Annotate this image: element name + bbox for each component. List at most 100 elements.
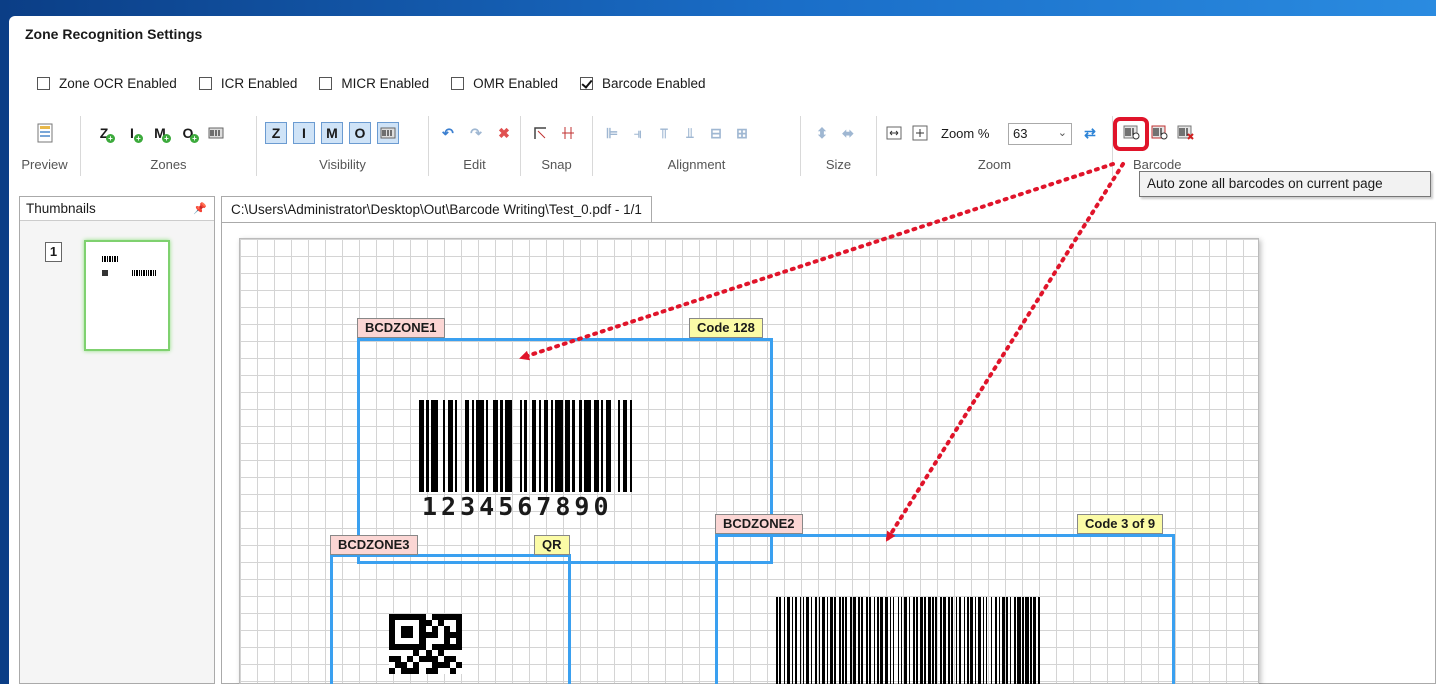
code39-barcode	[776, 597, 1040, 684]
barcode-bar	[629, 400, 633, 492]
refresh-icon[interactable]: ⇄	[1079, 122, 1101, 144]
group-label: Size	[825, 157, 852, 172]
align-center-h-icon[interactable]: ⊟	[705, 122, 727, 144]
group-size: ⬍ ⬌ Size	[801, 116, 877, 176]
chevron-down-icon: ⌄	[1057, 127, 1067, 139]
group-label: Edit	[463, 157, 486, 172]
add-zone-omr-icon[interactable]: O +	[177, 122, 199, 144]
highlight-box	[1113, 117, 1149, 151]
add-zone-ocr-icon[interactable]: Z +	[93, 122, 115, 144]
group-zones: Z + I + M + O + Zones	[81, 116, 257, 176]
barcode-digits: 1234567890	[422, 492, 613, 521]
barcode-bar	[505, 400, 513, 492]
group-label: Visibility	[319, 157, 366, 172]
page-thumbnail[interactable]	[84, 240, 170, 351]
add-zone-icr-icon[interactable]: I +	[121, 122, 143, 144]
page-number: 1	[45, 242, 62, 262]
thumbnails-title: Thumbnails	[26, 201, 96, 216]
show-omr-zones-icon[interactable]: O	[349, 122, 371, 144]
group-snap: Snap	[521, 116, 593, 176]
group-zoom: Zoom % 63 ⌄ ⇄ Zoom	[877, 116, 1113, 176]
show-ocr-zones-icon[interactable]: Z	[265, 122, 287, 144]
fit-page-icon[interactable]	[909, 122, 931, 144]
align-left-icon[interactable]: ⊫	[601, 122, 623, 144]
qr-module	[455, 668, 462, 674]
remove-barcode-zones-icon[interactable]	[1175, 122, 1197, 144]
thumbnails-header: Thumbnails 📌	[20, 197, 214, 221]
pin-icon[interactable]: 📌	[193, 197, 207, 221]
document-page: BCDZONE1 Code 128 1234567890 BCDZONE3 QR…	[239, 238, 1259, 684]
group-label: Preview	[21, 157, 68, 172]
align-center-v-icon[interactable]: ⊞	[731, 122, 753, 144]
zone-ocr-checkbox[interactable]: Zone OCR Enabled	[37, 76, 177, 91]
group-edit: ↶ ↷ ✖ Edit	[429, 116, 521, 176]
glyph: M	[326, 125, 338, 141]
align-top-icon[interactable]: ⫪	[653, 122, 675, 144]
plus-icon: +	[162, 134, 171, 143]
plus-icon: +	[190, 134, 199, 143]
qr-code	[389, 614, 462, 674]
delete-icon[interactable]: ✖	[493, 122, 515, 144]
glyph: I	[302, 125, 306, 141]
plus-icon: +	[134, 134, 143, 143]
checkbox-box[interactable]	[37, 77, 50, 90]
thumbnails-panel: Thumbnails 📌 1	[19, 196, 215, 684]
group-label: Barcode	[1133, 157, 1182, 172]
code128-barcode	[419, 400, 633, 492]
plus-icon: +	[106, 134, 115, 143]
barcode-bar	[555, 400, 563, 492]
barcode-bar	[584, 400, 592, 492]
group-label: Zones	[150, 157, 187, 172]
barcode-bar	[476, 400, 484, 492]
window-title: Zone Recognition Settings	[25, 26, 203, 42]
barcode-bar	[1037, 597, 1040, 684]
add-zone-barcode-icon[interactable]	[205, 122, 227, 144]
barcode-checkbox[interactable]: Barcode Enabled	[579, 76, 706, 91]
fit-width-icon[interactable]	[883, 122, 905, 144]
micr-checkbox[interactable]: MICR Enabled	[319, 76, 429, 91]
checkbox-label: MICR Enabled	[341, 76, 430, 91]
zoom-select[interactable]: 63 ⌄	[1008, 123, 1072, 145]
barcode-bar	[512, 400, 519, 492]
zoom-label: Zoom %	[941, 126, 990, 141]
zone-name-tag: BCDZONE2	[715, 514, 803, 534]
icr-checkbox[interactable]: ICR Enabled	[198, 76, 298, 91]
snap-corner-icon[interactable]	[529, 122, 551, 144]
auto-zone-all-pages-icon[interactable]	[1149, 122, 1171, 144]
document-tab[interactable]: C:\Users\Administrator\Desktop\Out\Barco…	[221, 196, 652, 223]
barcode-bar	[430, 400, 439, 492]
zone-type-tag: Code 128	[689, 318, 763, 338]
redo-icon[interactable]: ↷	[465, 122, 487, 144]
omr-checkbox[interactable]: OMR Enabled	[451, 76, 558, 91]
zone-name-tag: BCDZONE1	[357, 318, 445, 338]
show-barcode-zones-icon[interactable]	[377, 122, 399, 144]
zoom-value: 63	[1013, 126, 1028, 141]
zone-name-tag: BCDZONE3	[330, 535, 418, 555]
checkbox-label: ICR Enabled	[220, 76, 298, 91]
group-label: Snap	[541, 157, 572, 172]
same-height-icon[interactable]: ⬍	[811, 122, 833, 144]
group-alignment: ⊫ ⫣ ⫪ ⫫ ⊟ ⊞ Alignment	[593, 116, 801, 176]
barcode-bar	[611, 400, 618, 492]
barcode-bar	[457, 400, 464, 492]
checkbox-label: OMR Enabled	[473, 76, 558, 91]
undo-icon[interactable]: ↶	[437, 122, 459, 144]
show-micr-zones-icon[interactable]: M	[321, 122, 343, 144]
checkbox-box[interactable]	[451, 77, 465, 90]
preview-icon[interactable]	[34, 122, 56, 144]
checkbox-box-checked[interactable]	[579, 77, 593, 90]
same-width-icon[interactable]: ⬌	[837, 122, 859, 144]
align-bottom-icon[interactable]: ⫫	[679, 122, 701, 144]
group-label: Alignment	[667, 157, 726, 172]
zone-type-tag: Code 3 of 9	[1077, 514, 1164, 534]
group-label: Zoom	[977, 157, 1012, 172]
zone-type-tag: QR	[534, 535, 570, 555]
checkbox-box[interactable]	[319, 77, 333, 90]
align-right-icon[interactable]: ⫣	[627, 122, 649, 144]
glyph: O	[354, 125, 366, 141]
checkbox-label: Zone OCR Enabled	[59, 76, 177, 91]
snap-grid-icon[interactable]	[557, 122, 579, 144]
add-zone-micr-icon[interactable]: M +	[149, 122, 171, 144]
checkbox-box[interactable]	[198, 77, 212, 90]
show-icr-zones-icon[interactable]: I	[293, 122, 315, 144]
